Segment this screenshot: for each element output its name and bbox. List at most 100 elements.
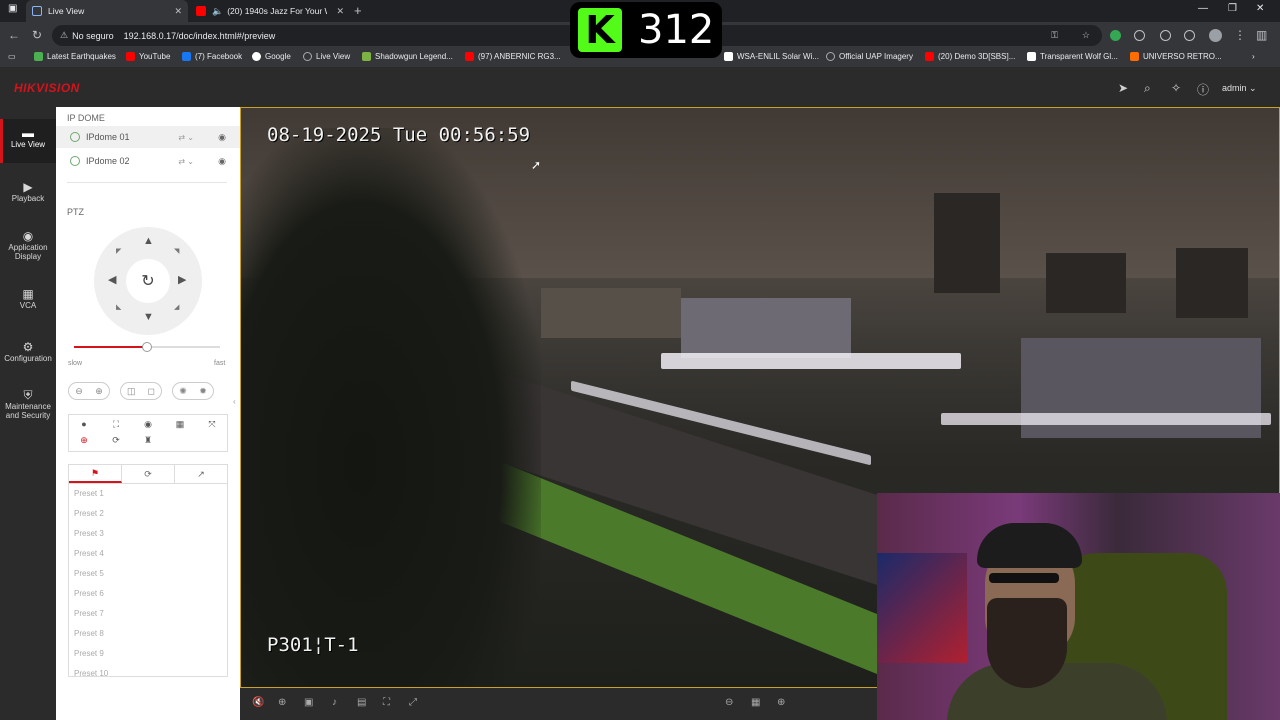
shield-extension-icon[interactable] [1110, 30, 1121, 41]
flask-icon[interactable] [1160, 30, 1171, 41]
bookmark-transparent-wolf[interactable]: Transparent Wolf Gl... [1027, 52, 1118, 61]
previous-icon[interactable]: ⊖ [725, 697, 733, 708]
info-icon[interactable]: ⓘ [1197, 81, 1209, 98]
extension-icon[interactable] [1134, 30, 1145, 41]
preset-item[interactable]: Preset 4 [69, 544, 227, 564]
wiper-icon[interactable]: ◉ [141, 419, 155, 430]
grid-icon[interactable]: ▦ [173, 419, 187, 430]
maximize-button[interactable]: ❐ [1228, 3, 1237, 14]
send-icon[interactable]: ➤ [1118, 81, 1128, 95]
bookmark-universo-retro[interactable]: UNIVERSO RETRO... [1130, 52, 1222, 61]
preset-item[interactable]: Preset 5 [69, 564, 227, 584]
camera-item[interactable]: IPdome 01 ⇄ ⌄ ◉ [56, 126, 240, 148]
light-icon[interactable]: ● [77, 419, 91, 429]
preset-item[interactable]: Preset 9 [69, 644, 227, 664]
nav-configuration[interactable]: ⚙ Configuration [0, 341, 56, 363]
frame-icon[interactable]: ⛶ [383, 697, 390, 708]
capture-icon[interactable]: ▣ [304, 697, 313, 708]
preset-item[interactable]: Preset 6 [69, 584, 227, 604]
bookmark-wsa-enlil[interactable]: WSA-ENLIL Solar Wi... [724, 52, 819, 61]
nav-maintenance[interactable]: ⛨ Maintenance and Security [0, 389, 56, 420]
camera-item[interactable]: IPdome 02 ⇄ ⌄ ◉ [56, 150, 240, 172]
zoom-in-icon[interactable]: ⊕ [95, 386, 103, 397]
speed-knob[interactable] [142, 342, 152, 352]
ptz-down-button[interactable]: ▼ [143, 311, 154, 323]
minimize-button[interactable]: — [1198, 3, 1208, 14]
speaker-icon[interactable]: 🔈 [212, 6, 223, 17]
nav-application-display[interactable]: ◉ Application Display [0, 230, 56, 261]
menu-call-icon[interactable]: ⟳ [109, 435, 123, 446]
ptz-right-button[interactable]: ▶ [178, 273, 186, 286]
preset-item[interactable]: Preset 2 [69, 504, 227, 524]
ptz-upright-button[interactable]: ◥ [174, 247, 179, 255]
aux-icon[interactable]: ⤧ [205, 419, 219, 430]
reload-button[interactable]: ↻ [32, 28, 42, 42]
record-video-icon[interactable]: ▤ [357, 697, 366, 708]
security-label[interactable]: No seguro [72, 31, 114, 41]
ptz-auto-scan-button[interactable]: ↻ [126, 259, 170, 303]
preset-item[interactable]: Preset 7 [69, 604, 227, 624]
tab-presets[interactable]: ⚑ [69, 465, 122, 483]
menu-icon[interactable]: ⋮ [1234, 28, 1246, 42]
bookmark-demo-3d[interactable]: (20) Demo 3D[SBS]... [925, 52, 1015, 61]
more-bookmarks-icon[interactable]: › [1252, 52, 1255, 61]
close-icon[interactable]: ✕ [174, 6, 182, 17]
bookmark-youtube[interactable]: YouTube [126, 52, 170, 61]
tracking-icon[interactable]: ♜ [141, 435, 155, 446]
user-menu[interactable]: admin ⌄ [1222, 83, 1257, 94]
stream-switch-icon[interactable]: ⇄ ⌄ [178, 133, 194, 142]
fullscreen-icon[interactable]: ⤢ [409, 697, 417, 708]
collapse-panel-icon[interactable]: ‹ [233, 397, 236, 406]
url-text[interactable]: 192.168.0.17/doc/index.html#/preview [124, 31, 276, 41]
tab-overview-icon[interactable]: ▣ [8, 3, 17, 14]
wizard-icon[interactable]: ✧ [1171, 81, 1181, 95]
nav-vca[interactable]: ▦ VCA [0, 288, 56, 310]
preset-item[interactable]: Preset 10 [69, 664, 227, 676]
ptz-downleft-button[interactable]: ◣ [116, 303, 121, 311]
ptz-direction-pad[interactable]: ▲ ▼ ◀ ▶ ◤ ◥ ◣ ◢ ↻ [94, 227, 202, 335]
bookmark-uap[interactable]: Official UAP Imagery [826, 52, 913, 61]
stop-icon[interactable]: ▦ [751, 697, 760, 708]
bookmark-facebook[interactable]: (7) Facebook [182, 52, 242, 61]
puzzle-icon[interactable] [1184, 30, 1195, 41]
tab-live-view[interactable]: Live View ✕ [26, 0, 188, 22]
bookmark-google[interactable]: Google [252, 52, 291, 61]
3d-zoom-icon[interactable]: ⊕ [77, 435, 91, 446]
audio-icon[interactable]: 🔇 [252, 697, 264, 708]
search-icon[interactable]: ⌕ [1144, 81, 1151, 96]
ptz-up-button[interactable]: ▲ [143, 235, 154, 247]
focus-far-icon[interactable]: ◻ [148, 386, 155, 397]
profile-avatar[interactable] [1209, 29, 1222, 42]
record-icon[interactable]: ◉ [218, 132, 226, 143]
focus-near-icon[interactable]: ◫ [127, 386, 136, 397]
bookmark-live-view[interactable]: Live View [303, 52, 350, 61]
bookmark-anbernic[interactable]: (97) ANBERNIC RG3... [465, 52, 561, 61]
ptz-left-button[interactable]: ◀ [108, 273, 116, 286]
microphone-icon[interactable]: ♪ [332, 697, 337, 708]
next-icon[interactable]: ⊕ [777, 697, 785, 708]
zoom-out-icon[interactable]: ⊖ [75, 386, 83, 397]
preset-item[interactable]: Preset 1 [69, 484, 227, 504]
nav-playback[interactable]: ▶ Playback [0, 181, 56, 203]
focus-frame-icon[interactable]: ⛶ [109, 419, 123, 430]
apps-icon[interactable]: ▭ [8, 52, 16, 61]
iris-close-icon[interactable]: ✹ [199, 386, 207, 397]
stream-switch-icon[interactable]: ⇄ ⌄ [178, 157, 194, 166]
tab-patterns[interactable]: ↗ [175, 465, 227, 483]
ptz-upleft-button[interactable]: ◤ [116, 247, 121, 255]
close-window-button[interactable]: ✕ [1256, 3, 1264, 14]
digital-zoom-icon[interactable]: ⊕ [278, 697, 286, 708]
nav-live-view[interactable]: ▬ Live View [0, 119, 56, 163]
ptz-speed-slider[interactable] [74, 342, 220, 352]
bookmark-earthquakes[interactable]: Latest Earthquakes [34, 52, 116, 61]
ptz-downright-button[interactable]: ◢ [174, 303, 179, 311]
bookmark-shadowgun[interactable]: Shadowgun Legend... [362, 52, 453, 61]
preset-item[interactable]: Preset 8 [69, 624, 227, 644]
side-panel-icon[interactable]: ▥ [1256, 28, 1267, 42]
record-icon[interactable]: ◉ [218, 156, 226, 167]
preset-item[interactable]: Preset 3 [69, 524, 227, 544]
close-icon[interactable]: ✕ [336, 6, 344, 17]
key-icon[interactable]: ⚿ [1051, 30, 1058, 41]
star-icon[interactable]: ☆ [1082, 30, 1090, 41]
back-button[interactable]: ← [8, 28, 20, 42]
